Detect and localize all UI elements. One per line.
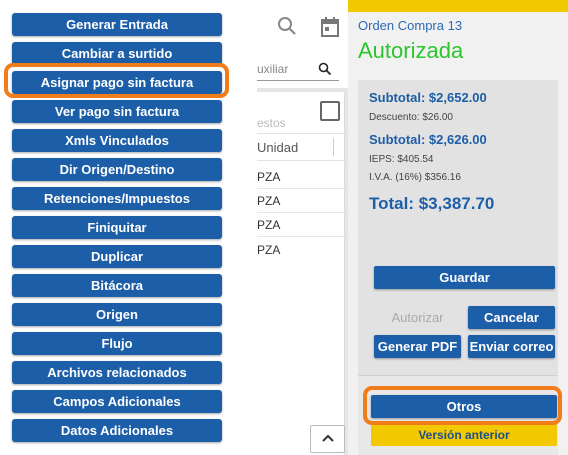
menu-item-finiquitar[interactable]: Finiquitar [12, 216, 222, 239]
row-divider [257, 236, 345, 237]
save-button[interactable]: Guardar [374, 266, 555, 289]
grid-area: uxiliar estos Unidad PZA PZA PZA PZA [257, 0, 348, 455]
aux-search-input[interactable]: uxiliar [257, 62, 288, 76]
select-all-checkbox[interactable] [320, 101, 340, 121]
menu-item-generar-entrada[interactable]: Generar Entrada [12, 13, 222, 36]
menu-item-retenciones-impuestos[interactable]: Retenciones/Impuestos [12, 187, 222, 210]
menu-item-dir-origen-destino[interactable]: Dir Origen/Destino [12, 158, 222, 181]
menu-item-datos-adicionales[interactable]: Datos Adicionales [12, 419, 222, 442]
menu-item-duplicar[interactable]: Duplicar [12, 245, 222, 268]
menu-item-cambiar-a-surtido[interactable]: Cambiar a surtido [12, 42, 222, 65]
others-button[interactable]: Otros [371, 395, 557, 418]
table-cell-unit: PZA [257, 218, 281, 232]
calendar-icon[interactable] [320, 16, 340, 43]
input-underline [257, 80, 339, 81]
send-email-button[interactable]: Enviar correo [468, 335, 555, 358]
column-header-faded: estos [257, 116, 286, 130]
subtotal-after-discount: Subtotal: $2,626.00 [369, 132, 487, 147]
total-value: Total: $3,387.70 [369, 194, 495, 213]
scroll-up-button[interactable] [310, 425, 345, 453]
order-status: Autorizada [358, 38, 464, 63]
ieps-value: IEPS: $405.54 [369, 154, 434, 165]
order-summary-panel: Orden Compra 13 Autorizada Subtotal: $2,… [348, 0, 568, 455]
generate-pdf-button[interactable]: Generar PDF [374, 335, 461, 358]
totals-box: Subtotal: $2,652.00 Descuento: $26.00 Su… [358, 80, 558, 375]
menu-item-flujo[interactable]: Flujo [12, 332, 222, 355]
iva-value: I.V.A. (16%) $356.16 [369, 172, 461, 183]
search-icon[interactable] [277, 16, 297, 41]
row-divider [257, 188, 345, 189]
column-header-unidad[interactable]: Unidad [257, 140, 298, 155]
menu-item-asignar-pago-sin-factura[interactable]: Asignar pago sin factura [12, 71, 222, 94]
menu-item-ver-pago-sin-factura[interactable]: Ver pago sin factura [12, 100, 222, 123]
previous-version-button[interactable]: Versión anterior [371, 424, 557, 446]
cancel-button[interactable]: Cancelar [468, 306, 555, 329]
menu-item-archivos-relacionados[interactable]: Archivos relacionados [12, 361, 222, 384]
authorize-button[interactable]: Autorizar [374, 306, 461, 329]
menu-item-bitacora[interactable]: Bitácora [12, 274, 222, 297]
row-divider [257, 212, 345, 213]
order-label: Orden Compra 13 [358, 18, 463, 33]
menu-item-xmls-vinculados[interactable]: Xmls Vinculados [12, 129, 222, 152]
table-cell-unit: PZA [257, 194, 281, 208]
toolbar-area: uxiliar [257, 0, 348, 88]
aux-search-icon[interactable] [318, 62, 332, 81]
menu-item-campos-adicionales[interactable]: Campos Adicionales [12, 390, 222, 413]
menu-item-origen[interactable]: Origen [12, 303, 222, 326]
chevron-up-icon [321, 430, 335, 448]
status-strip [348, 0, 568, 12]
column-separator [333, 138, 334, 156]
subtotal-before-discount: Subtotal: $2,652.00 [369, 90, 487, 105]
table-cell-unit: PZA [257, 170, 281, 184]
discount-value: Descuento: $26.00 [369, 112, 453, 123]
table-cell-unit: PZA [257, 243, 281, 257]
context-menu: Generar Entrada Cambiar a surtido Asigna… [0, 0, 257, 455]
